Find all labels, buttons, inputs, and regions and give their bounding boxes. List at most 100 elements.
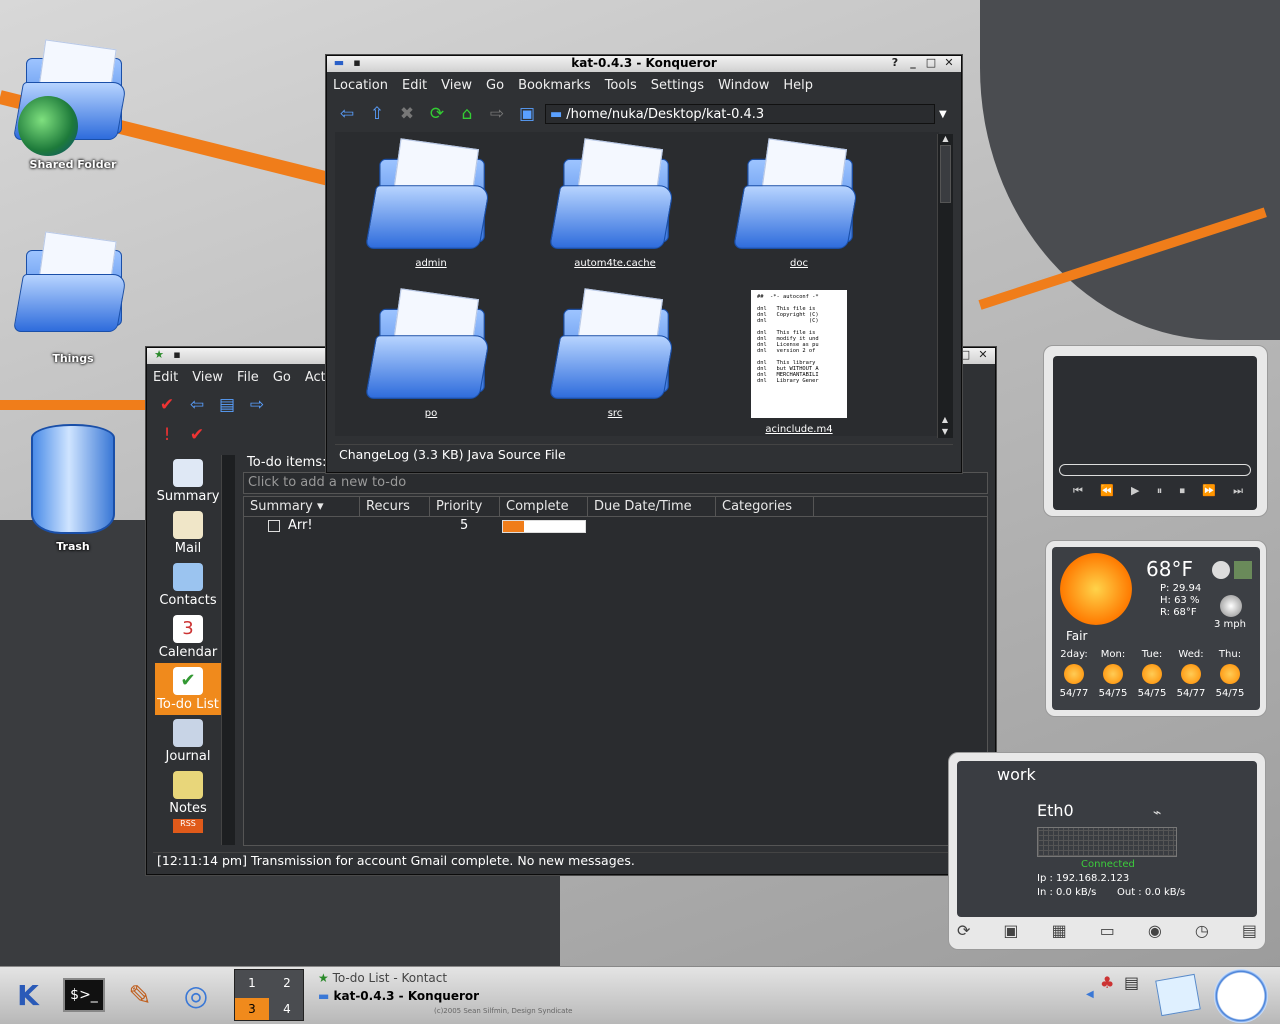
stop-icon[interactable]: ✖ (395, 102, 419, 126)
konqueror-titlebar[interactable]: ▬ ▪ kat-0.4.3 - Konqueror ? _ □ ✕ (327, 56, 961, 72)
desktop-1[interactable]: 1 (235, 972, 269, 994)
help-icon[interactable]: ? (889, 57, 901, 69)
menu-view[interactable]: View (192, 370, 223, 385)
konqueror-window[interactable]: ▬ ▪ kat-0.4.3 - Konqueror ? _ □ ✕ Locati… (326, 55, 962, 473)
column-summary[interactable]: Summary ▾ (244, 497, 360, 516)
menu-location[interactable]: Location (333, 78, 388, 93)
column-due[interactable]: Due Date/Time (588, 497, 716, 516)
complete-icon[interactable]: ✔ (185, 423, 209, 447)
file-item-autom4te-cache[interactable]: autom4te.cache (545, 138, 685, 269)
app-menu-icon[interactable]: ▬ (333, 57, 345, 69)
file-item-admin[interactable]: admin (361, 138, 501, 269)
pause-icon[interactable]: ⏸ (1157, 484, 1163, 498)
scroll-down-icon[interactable]: ▼ (938, 427, 952, 436)
sidebar-item-todo[interactable]: ✔ To-do List (155, 663, 221, 715)
menu-window[interactable]: Window (718, 78, 769, 93)
stop-icon[interactable]: ⏹ (1179, 484, 1185, 498)
menu-help[interactable]: Help (783, 78, 813, 93)
sticky-icon[interactable]: ▪ (351, 57, 363, 69)
globe-icon[interactable] (1212, 561, 1230, 579)
file-item-po[interactable]: po (361, 288, 501, 419)
sidebar-scrollbar[interactable] (221, 455, 235, 845)
sticky-icon[interactable]: ▪ (171, 349, 183, 361)
last-icon[interactable]: ⏭ (1233, 484, 1243, 498)
column-recurs[interactable]: Recurs (360, 497, 430, 516)
menu-view[interactable]: View (441, 78, 472, 93)
play-icon[interactable]: ▶ (1131, 484, 1139, 498)
photo-icon[interactable] (1234, 561, 1252, 579)
file-item-acinclude[interactable]: ## -*- autoconf -* dnl This file is dnl … (729, 290, 869, 435)
up-icon[interactable]: ⇧ (365, 102, 389, 126)
task-konqueror[interactable]: ▬ kat-0.4.3 - Konqueror (318, 989, 479, 1003)
location-bar[interactable]: ▬ /home/nuka/Desktop/kat-0.4.3 (545, 104, 935, 124)
korganizer-tray-icon[interactable]: ♣ (1100, 973, 1114, 992)
rewind-icon[interactable]: ⏪ (1100, 484, 1114, 498)
tools-icon[interactable]: ✎ (116, 971, 164, 1019)
seek-bar[interactable] (1059, 464, 1251, 476)
clock-icon[interactable]: ◷ (1195, 921, 1209, 940)
sidebar-item-contacts[interactable]: Contacts (155, 559, 221, 611)
browser-icon[interactable]: ◎ (172, 971, 220, 1019)
forward-icon[interactable]: ⇨ (485, 102, 509, 126)
back-icon[interactable]: ⇦ (335, 102, 359, 126)
minimize-icon[interactable]: _ (907, 57, 919, 69)
checkbox[interactable] (268, 520, 280, 532)
app-menu-icon[interactable]: ★ (153, 349, 165, 361)
today-icon[interactable]: ▤ (215, 393, 239, 417)
close-icon[interactable]: ✕ (943, 57, 955, 69)
desktop-4[interactable]: 4 (270, 998, 304, 1020)
priority-icon[interactable]: ! (155, 423, 179, 447)
column-priority[interactable]: Priority (430, 497, 500, 516)
sidebar-item-notes[interactable]: Notes (155, 767, 221, 819)
maximize-icon[interactable]: □ (925, 57, 937, 69)
sidebar-item-mail[interactable]: Mail (155, 507, 221, 559)
disk-icon[interactable]: ▭ (1100, 921, 1115, 940)
scroll-thumb[interactable] (940, 145, 951, 203)
sidebar-item-summary[interactable]: Summary (155, 455, 221, 507)
forward-icon[interactable]: ⏩ (1202, 484, 1216, 498)
sidebar-item-calendar[interactable]: 3 Calendar (155, 611, 221, 663)
home-icon[interactable]: ⌂ (455, 102, 479, 126)
desktop-icon-things[interactable]: Things (8, 231, 138, 365)
menu-go[interactable]: Go (486, 78, 504, 93)
rss-icon[interactable]: RSS (173, 819, 203, 833)
forward-icon[interactable]: ⇨ (245, 393, 269, 417)
terminal-icon[interactable]: $>_ (60, 971, 108, 1019)
scroll-up-icon[interactable]: ▲ (938, 134, 953, 143)
systray-arrow-icon[interactable]: ◀ (1086, 989, 1094, 1000)
reload-icon[interactable]: ⟳ (425, 102, 449, 126)
scroll-up-icon[interactable]: ▲ (938, 415, 952, 424)
table-row[interactable]: Arr! 5 (244, 517, 984, 537)
clock-icon[interactable] (1214, 969, 1268, 1023)
calendar-icon[interactable]: ▤ (1242, 921, 1257, 940)
close-icon[interactable]: ✕ (977, 349, 989, 361)
first-icon[interactable]: ⏮ (1073, 484, 1083, 498)
desktop-3[interactable]: 3 (235, 998, 269, 1020)
new-todo-icon[interactable]: ✔ (155, 393, 179, 417)
column-complete[interactable]: Complete (500, 497, 588, 516)
menu-settings[interactable]: Settings (651, 78, 704, 93)
network-icon[interactable]: ◉ (1148, 921, 1162, 940)
file-view-scrollbar[interactable]: ▲ ▲ ▼ (937, 134, 953, 438)
menu-edit[interactable]: Edit (402, 78, 427, 93)
k-menu-icon[interactable]: K (4, 971, 52, 1019)
menu-actions[interactable]: Act (305, 370, 326, 385)
location-icon[interactable]: ▣ (515, 102, 539, 126)
computer-icon[interactable]: ▣ (1003, 921, 1018, 940)
back-icon[interactable]: ⇦ (185, 393, 209, 417)
notes-tray-icon[interactable] (1155, 973, 1201, 1017)
cpu-icon[interactable]: ▦ (1052, 921, 1067, 940)
desktop-icon-trash[interactable]: Trash (8, 424, 138, 553)
file-item-doc[interactable]: doc (729, 138, 869, 269)
menu-go[interactable]: Go (273, 370, 291, 385)
add-todo-input[interactable]: Click to add a new to-do (243, 472, 988, 494)
clipboard-tray-icon[interactable]: ▤ (1124, 973, 1139, 992)
task-kontact[interactable]: ★ To-do List - Kontact (318, 971, 447, 985)
menu-tools[interactable]: Tools (605, 78, 637, 93)
menu-file[interactable]: File (237, 370, 259, 385)
desktop-icon-shared-folder[interactable]: Shared Folder (8, 39, 138, 171)
menu-edit[interactable]: Edit (153, 370, 178, 385)
desktop-2[interactable]: 2 (270, 972, 304, 994)
location-dropdown-icon[interactable]: ▼ (939, 109, 947, 120)
sidebar-item-journal[interactable]: Journal (155, 715, 221, 767)
